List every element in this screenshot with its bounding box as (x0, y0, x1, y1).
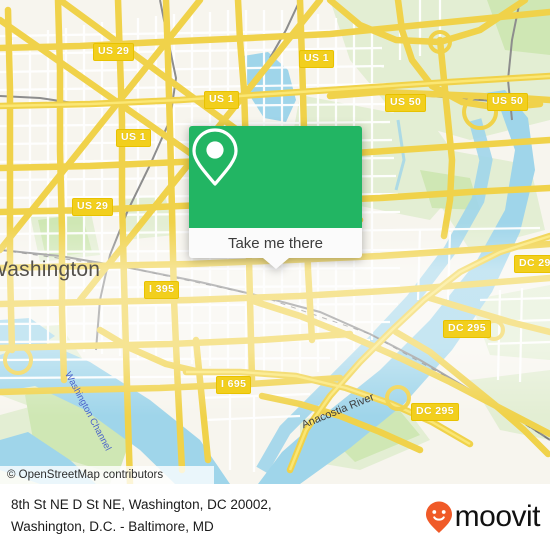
road-shield: I 695 (216, 376, 252, 394)
callout-footer[interactable]: Take me there (189, 228, 362, 258)
map-pin-icon (192, 128, 238, 186)
map-canvas[interactable]: Washington Washington Channel Anacostia … (0, 0, 550, 484)
map-place-label: Washington (0, 258, 101, 281)
moovit-logo[interactable]: moovit (424, 500, 541, 534)
take-me-there-label: Take me there (227, 234, 324, 252)
callout-header (189, 126, 362, 228)
moovit-smiley-pin-icon (425, 501, 452, 533)
road-shield: I 395 (144, 281, 180, 299)
road-shield: DC 295 (443, 320, 492, 338)
road-shield: DC 295 (411, 403, 460, 421)
road-shield: US 29 (93, 43, 135, 61)
screenshot-root: Washington Washington Channel Anacostia … (0, 0, 550, 550)
road-shield: DC 295 (514, 255, 550, 273)
attribution-text: © OpenStreetMap contributors (7, 469, 164, 481)
address-line-2: Washington, D.C. - Baltimore, MD (11, 519, 214, 534)
take-me-there-callout[interactable]: Take me there (189, 126, 362, 269)
map-attribution[interactable]: © OpenStreetMap contributors (0, 466, 214, 484)
road-shield: US 1 (204, 91, 239, 109)
callout-pointer-tail (262, 258, 289, 269)
road-shield: US 29 (72, 198, 114, 216)
road-shield: US 1 (116, 129, 151, 147)
address-line-1: 8th St NE D St NE, Washington, DC 20002, (11, 497, 272, 512)
road-shield: US 1 (299, 50, 334, 68)
road-shield: US 50 (487, 93, 529, 111)
address-block: 8th St NE D St NE, Washington, DC 20002,… (11, 494, 411, 538)
road-shield: US 50 (385, 94, 427, 112)
moovit-wordmark: moovit (454, 500, 541, 533)
footer-bar: 8th St NE D St NE, Washington, DC 20002,… (0, 484, 550, 550)
